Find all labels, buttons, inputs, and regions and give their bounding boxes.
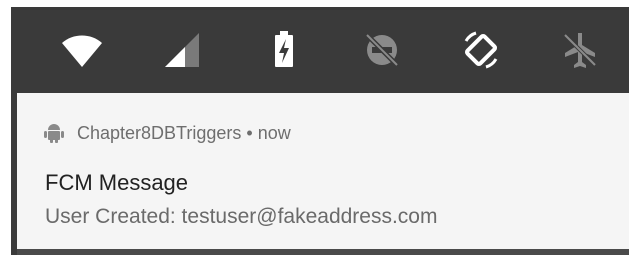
cellular-tile[interactable]	[159, 27, 205, 73]
airplane-mode-tile[interactable]	[557, 27, 603, 73]
notification-header: Chapter8DBTriggers • now	[43, 121, 291, 145]
app-name: Chapter8DBTriggers	[77, 123, 242, 143]
notification-time: now	[257, 123, 291, 143]
auto-rotate-tile[interactable]	[458, 27, 504, 73]
battery-tile[interactable]	[261, 27, 307, 73]
header-separator: •	[246, 123, 253, 143]
do-not-disturb-off-icon	[365, 33, 399, 67]
notification-shade: Chapter8DBTriggers • now FCM Message Use…	[11, 7, 629, 255]
notification-title: FCM Message	[45, 170, 189, 195]
screenshot-frame: Chapter8DBTriggers • now FCM Message Use…	[0, 0, 638, 263]
cellular-signal-icon	[165, 33, 199, 67]
auto-rotate-icon	[464, 31, 498, 69]
battery-charging-icon	[275, 31, 293, 67]
do-not-disturb-tile[interactable]	[359, 27, 405, 73]
quick-settings-bar	[11, 7, 629, 93]
wifi-tile[interactable]	[59, 27, 105, 73]
notification-list-divider	[17, 249, 629, 255]
notification-body: User Created: testuser@fakeaddress.com	[45, 205, 438, 228]
airplane-mode-icon	[563, 33, 597, 68]
notification-card[interactable]: Chapter8DBTriggers • now FCM Message Use…	[17, 93, 629, 249]
android-robot-icon	[44, 124, 64, 143]
wifi-icon	[62, 35, 102, 67]
